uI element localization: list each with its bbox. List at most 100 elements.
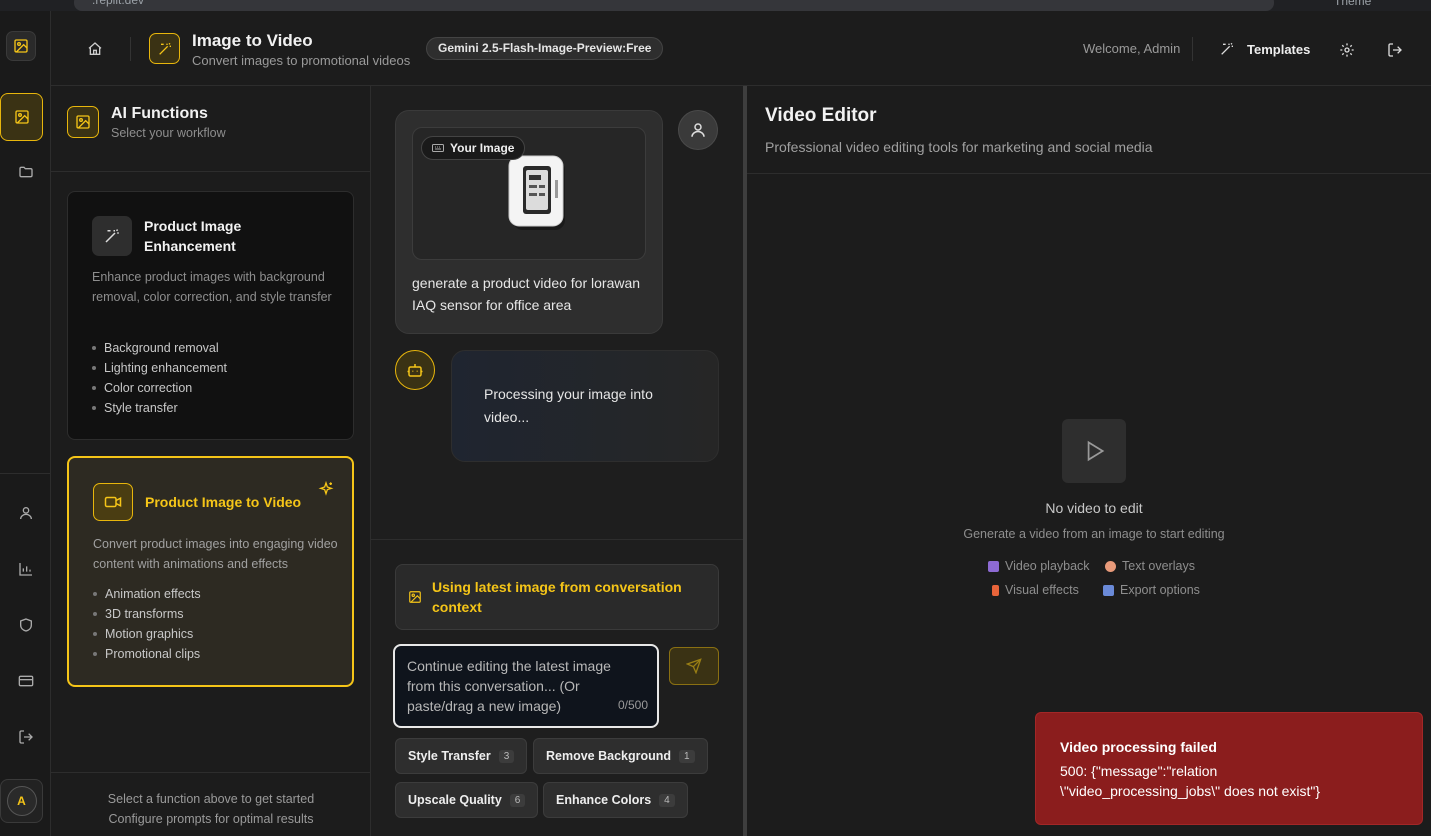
- context-banner: Using latest image from conversation con…: [395, 564, 719, 630]
- header-divider: [130, 37, 131, 61]
- functions-title: AI Functions: [111, 105, 208, 122]
- chip-count: 4: [659, 793, 675, 807]
- header-divider: [1192, 37, 1193, 61]
- card-icon: [18, 675, 33, 687]
- image-icon: [409, 591, 421, 603]
- folder-icon: [18, 166, 33, 178]
- feature-item: Background removal: [92, 338, 227, 358]
- rail-billing-button[interactable]: [0, 661, 51, 701]
- bot-message: Processing your image into video...: [451, 350, 719, 462]
- feature-item: Animation effects: [93, 584, 201, 604]
- gear-icon: [1340, 43, 1354, 57]
- image-icon: [14, 110, 29, 124]
- user-avatar-button[interactable]: A: [0, 779, 43, 823]
- function-card-image-to-video[interactable]: Product Image to Video Convert product i…: [67, 456, 354, 687]
- home-button[interactable]: [79, 36, 111, 62]
- top-header: Image to Video Convert images to promoti…: [51, 11, 1431, 86]
- quick-action-remove-background[interactable]: Remove Background 1: [533, 738, 708, 774]
- browser-bar: .replit.dev Theme: [0, 0, 1431, 11]
- templates-label: Templates: [1247, 41, 1311, 57]
- user-icon: [19, 507, 32, 520]
- rail-folder-button[interactable]: [0, 152, 51, 192]
- magic-wand-icon: [149, 33, 180, 64]
- theme-label[interactable]: Theme: [1334, 0, 1371, 8]
- address-bar[interactable]: .replit.dev: [74, 0, 1274, 11]
- app-logo-icon[interactable]: [6, 31, 36, 61]
- feature-label: Text overlays: [1122, 559, 1195, 573]
- magic-wand-icon: [92, 216, 132, 256]
- welcome-text: Welcome, Admin: [1083, 41, 1181, 56]
- robot-icon: [407, 364, 423, 377]
- editor-subtitle: Professional video editing tools for mar…: [765, 139, 1153, 155]
- feature-label: Video playback: [1005, 559, 1090, 573]
- divider: [371, 539, 743, 540]
- templates-button[interactable]: Templates: [1209, 35, 1320, 63]
- keyboard-icon: [432, 144, 444, 152]
- chip-count: 1: [679, 749, 695, 763]
- card-title: Product Image Enhancement: [144, 218, 242, 254]
- char-count: 0/500: [617, 698, 648, 712]
- chip-label: Remove Background: [546, 749, 672, 763]
- functions-subtitle: Select your workflow: [111, 126, 226, 140]
- prompt-input[interactable]: [407, 656, 617, 718]
- feature-list: Background removal Lighting enhancement …: [92, 338, 227, 418]
- magic-wand-icon: [1221, 42, 1233, 55]
- palette-icon: [1105, 560, 1116, 572]
- feature-video-playback: Video playback: [988, 559, 1090, 573]
- card-title: Product Image to Video: [145, 494, 302, 510]
- home-icon: [88, 42, 102, 55]
- divider: [747, 173, 1431, 174]
- rail-security-button[interactable]: [0, 605, 51, 645]
- footer-line: Configure prompts for optimal results: [108, 812, 314, 826]
- quick-action-enhance-colors[interactable]: Enhance Colors 4: [543, 782, 688, 818]
- avatar-initial: A: [6, 786, 37, 816]
- feature-item: Style transfer: [92, 398, 227, 418]
- logout-icon: [1388, 43, 1402, 57]
- feature-list: Animation effects 3D transforms Motion g…: [93, 584, 201, 664]
- functions-panel: AI Functions Select your workflow Produc…: [51, 86, 371, 836]
- empty-state-subtitle: Generate a video from an image to start …: [963, 527, 1225, 541]
- error-toast[interactable]: Video processing failed 500: {"message":…: [1035, 712, 1423, 825]
- context-banner-text: Using latest image from conversation con…: [432, 579, 682, 615]
- settings-button[interactable]: [1334, 37, 1360, 63]
- rail-divider: [0, 473, 51, 474]
- rail-image-button[interactable]: [0, 93, 43, 141]
- feature-visual-effects: Visual effects: [992, 583, 1079, 597]
- feature-label: Export options: [1120, 583, 1200, 597]
- feature-item: Promotional clips: [93, 644, 201, 664]
- shield-icon: [19, 618, 32, 632]
- clapper-icon: [988, 560, 999, 572]
- feature-item: Motion graphics: [93, 624, 201, 644]
- prompt-input-box[interactable]: 0/500: [393, 644, 659, 728]
- rail-logout-button[interactable]: [0, 717, 51, 757]
- bot-message-text: Processing your image into video...: [484, 386, 653, 425]
- play-icon: [1087, 440, 1105, 462]
- product-photo: [505, 154, 571, 234]
- empty-state-title: No video to edit: [1045, 500, 1143, 516]
- chart-icon: [18, 563, 32, 576]
- chat-panel: Your Image generate a product video for …: [371, 86, 743, 836]
- function-card-enhancement[interactable]: Product Image Enhancement Enhance produc…: [67, 191, 354, 440]
- footer-line: Select a function above to get started: [107, 792, 315, 806]
- feature-item: Lighting enhancement: [92, 358, 227, 378]
- quick-action-style-transfer[interactable]: Style Transfer 3: [395, 738, 528, 774]
- export-icon: [1103, 584, 1114, 596]
- functions-footer: Select a function above to get started C…: [51, 789, 371, 829]
- logout-button[interactable]: [1382, 37, 1408, 63]
- feature-text-overlays: Text overlays: [1105, 559, 1195, 573]
- send-button[interactable]: [669, 647, 719, 685]
- chip-label: Style Transfer: [408, 749, 491, 763]
- page-title: Image to Video: [192, 31, 313, 50]
- divider: [51, 772, 371, 773]
- quick-action-upscale-quality[interactable]: Upscale Quality 6: [395, 782, 539, 818]
- rail-user-button[interactable]: [0, 493, 51, 533]
- divider: [51, 171, 371, 172]
- editor-title: Video Editor: [765, 105, 877, 126]
- model-badge: Gemini 2.5-Flash-Image-Preview:Free: [426, 37, 664, 60]
- rail-analytics-button[interactable]: [0, 549, 51, 589]
- uploaded-image[interactable]: Your Image: [412, 127, 646, 260]
- bot-avatar: [395, 350, 435, 390]
- user-message-text: generate a product video for lorawan IAQ…: [412, 275, 641, 313]
- chip-label: Upscale Quality: [408, 793, 502, 807]
- feature-item: 3D transforms: [93, 604, 201, 624]
